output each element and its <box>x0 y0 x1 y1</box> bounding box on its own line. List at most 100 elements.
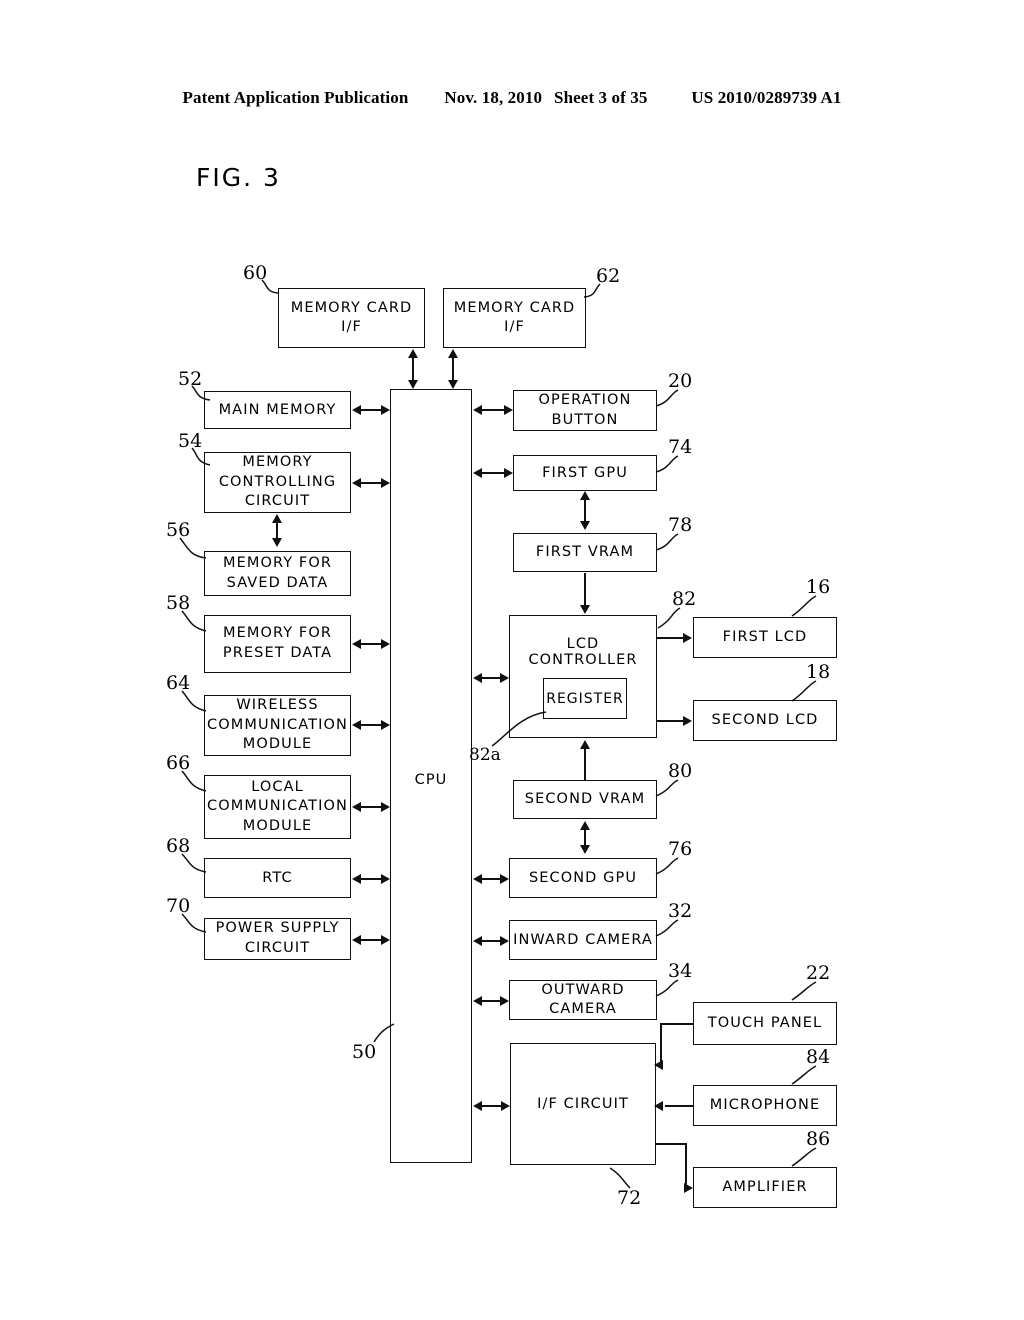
arrow-wireless-left <box>352 720 361 730</box>
arrow-mainmem-right <box>381 405 390 415</box>
block-cpu: CPU <box>390 389 472 1163</box>
arrow-firstvram-down <box>580 521 590 530</box>
leader-20 <box>655 389 679 407</box>
block-first-lcd: FIRST LCD <box>693 617 837 658</box>
arrow-saveddata-up <box>272 514 282 523</box>
block-memory-card-if-2: MEMORY CARD I/F <box>443 288 586 348</box>
connector-cpu-firstgpu <box>479 472 507 474</box>
leader-62 <box>583 283 601 298</box>
arrow-lcdcontroller-right <box>500 673 509 683</box>
connector-lcdcontroller-firstlcd <box>657 637 685 639</box>
arrow-lcdcontroller-in-down <box>580 605 590 614</box>
leader-50 <box>373 1023 395 1043</box>
leader-18 <box>791 680 817 702</box>
arrow-inwardcamera-right <box>500 936 509 946</box>
arrow-memctrl-left <box>352 478 361 488</box>
connector-amplifier-h <box>656 1143 686 1145</box>
arrow-firstlcd-right <box>683 633 692 643</box>
arrow-mcif2-up <box>448 349 458 358</box>
arrow-ifcircuit-left <box>473 1101 482 1111</box>
arrow-lcdcontroller-in-up <box>580 740 590 749</box>
arrow-opbutton-left <box>473 405 482 415</box>
block-memory-for-saved-data: MEMORY FOR SAVED DATA <box>204 551 351 596</box>
arrow-mcif2-down <box>448 380 458 389</box>
arrow-touchpanel-into-if <box>654 1060 663 1070</box>
connector-touchpanel-v <box>660 1023 662 1065</box>
header-date: Nov. 18, 2010 <box>444 88 543 107</box>
leader-82a <box>491 711 547 747</box>
connector-firstvram-lcdcontroller <box>584 573 586 607</box>
leader-80 <box>655 779 679 797</box>
block-cpu-label: CPU <box>414 772 448 788</box>
leader-64 <box>181 690 207 712</box>
arrow-secondlcd-right <box>683 716 692 726</box>
arrow-power-right <box>381 935 390 945</box>
arrow-rtc-left <box>352 874 361 884</box>
arrow-local-left <box>352 802 361 812</box>
block-first-vram: FIRST VRAM <box>513 533 657 572</box>
leader-82 <box>657 607 681 629</box>
arrow-local-right <box>381 802 390 812</box>
block-local-communication-module: LOCAL COMMUNICATION MODULE <box>204 775 351 839</box>
arrow-firstgpu-left <box>473 468 482 478</box>
block-wireless-communication-module: WIRELESS COMMUNICATION MODULE <box>204 695 351 756</box>
leader-60 <box>261 279 279 294</box>
leader-58 <box>181 610 207 632</box>
arrow-amplifier-right <box>684 1183 693 1193</box>
arrow-wireless-right <box>381 720 390 730</box>
arrow-secondgpu-right <box>500 874 509 884</box>
connector-lcdcontroller-secondlcd <box>657 720 685 722</box>
block-microphone: MICROPHONE <box>693 1085 837 1126</box>
arrow-power-left <box>352 935 361 945</box>
leader-54 <box>191 447 211 466</box>
leader-84 <box>791 1065 817 1085</box>
page-header: Patent Application Publication Nov. 18, … <box>0 88 1024 108</box>
block-lcd-controller-label: LCD CONTROLLER <box>528 636 638 668</box>
arrow-rtc-right <box>381 874 390 884</box>
leader-56 <box>179 537 207 559</box>
connector-amplifier-v <box>685 1143 687 1188</box>
arrow-secondgpu-left <box>473 874 482 884</box>
arrow-secondgpu-down <box>580 845 590 854</box>
leader-68 <box>181 853 207 873</box>
arrow-firstgpu-up <box>580 491 590 500</box>
leader-32 <box>655 919 679 937</box>
block-second-gpu: SECOND GPU <box>509 858 657 898</box>
leader-34 <box>655 979 679 997</box>
arrow-lcdcontroller-left <box>473 673 482 683</box>
arrow-mcif1-down <box>408 380 418 389</box>
leader-66 <box>181 770 207 792</box>
block-power-supply-circuit: POWER SUPPLY CIRCUIT <box>204 918 351 960</box>
leader-78 <box>655 533 679 551</box>
connector-secondvram-lcdcontroller <box>584 748 586 780</box>
arrow-outwardcamera-left <box>473 996 482 1006</box>
block-inward-camera: INWARD CAMERA <box>509 920 657 960</box>
block-if-circuit: I/F CIRCUIT <box>510 1043 656 1165</box>
connector-microphone-ifcircuit <box>665 1105 694 1107</box>
block-amplifier: AMPLIFIER <box>693 1167 837 1208</box>
arrow-ifcircuit-right <box>501 1101 510 1111</box>
block-outward-camera: OUTWARD CAMERA <box>509 980 657 1020</box>
header-document-number: US 2010/0289739 A1 <box>691 88 842 107</box>
arrow-firstgpu-right <box>504 468 513 478</box>
block-touch-panel: TOUCH PANEL <box>693 1002 837 1045</box>
leader-70 <box>181 913 207 933</box>
leader-86 <box>791 1147 817 1167</box>
arrow-mainmem-left <box>352 405 361 415</box>
block-first-gpu: FIRST GPU <box>513 455 657 491</box>
arrow-secondvram-up <box>580 821 590 830</box>
patent-figure-sheet: Patent Application Publication Nov. 18, … <box>0 0 1024 1320</box>
arrow-presetdata-left <box>352 639 361 649</box>
leader-76 <box>655 857 679 875</box>
block-memory-controlling-circuit: MEMORY CONTROLLING CIRCUIT <box>204 452 351 513</box>
leader-74 <box>655 455 679 473</box>
header-publication: Patent Application Publication <box>182 88 409 107</box>
arrow-mcif1-up <box>408 349 418 358</box>
figure-title: FIG. 3 <box>196 163 281 192</box>
header-sheet-number: Sheet 3 of 35 <box>554 88 648 107</box>
leader-72 <box>609 1167 631 1189</box>
leader-16 <box>791 595 817 617</box>
block-main-memory: MAIN MEMORY <box>204 391 351 429</box>
arrow-presetdata-right <box>381 639 390 649</box>
arrow-saveddata-down <box>272 538 282 547</box>
